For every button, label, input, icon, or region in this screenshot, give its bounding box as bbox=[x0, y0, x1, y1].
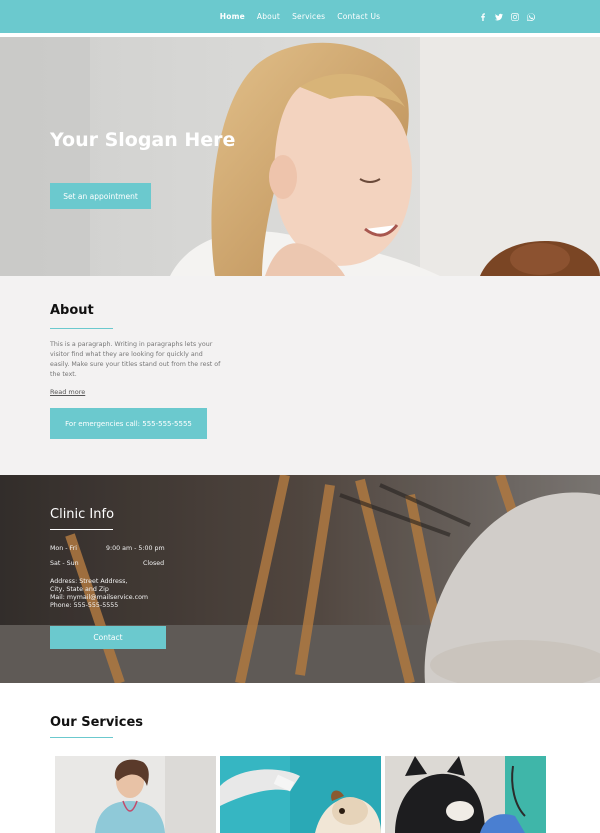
service-card-medication[interactable] bbox=[220, 756, 381, 833]
dog-exam-image bbox=[385, 756, 546, 833]
clinic-address-block: Address: Street Address, City, State and… bbox=[50, 578, 200, 610]
hours-weekend-label: Sat - Sun bbox=[50, 560, 79, 567]
service-card-checkup[interactable] bbox=[55, 756, 216, 833]
about-underline bbox=[50, 328, 113, 329]
contact-button[interactable]: Contact bbox=[50, 626, 166, 649]
top-navbar: Home About Services Contact Us bbox=[0, 0, 600, 33]
services-title: Our Services bbox=[50, 715, 144, 730]
hero-image bbox=[0, 37, 600, 276]
mail-line: Mail: mymail@mailservice.com bbox=[50, 594, 149, 601]
address-line: Address: Street Address, bbox=[50, 578, 128, 585]
about-section: About This is a paragraph. Writing in pa… bbox=[0, 276, 600, 475]
facebook-icon[interactable] bbox=[478, 12, 488, 22]
vet-stethoscope-image bbox=[55, 756, 216, 833]
instagram-icon[interactable] bbox=[510, 12, 520, 22]
nav-services[interactable]: Services bbox=[292, 12, 325, 21]
social-links bbox=[478, 0, 536, 33]
clinic-info-section: Clinic Info Mon - Fri 9:00 am - 5:00 pm … bbox=[0, 475, 600, 683]
clinic-underline bbox=[50, 529, 113, 530]
clinic-info-title: Clinic Info bbox=[50, 507, 115, 522]
emergency-call-button[interactable]: For emergencies call: 555-555-5555 bbox=[50, 408, 207, 439]
services-underline bbox=[50, 737, 113, 738]
nav-contact-us[interactable]: Contact Us bbox=[337, 12, 380, 21]
dog-eyedrops-image bbox=[220, 756, 381, 833]
hours-weekdays-label: Mon - Fri bbox=[50, 545, 78, 552]
hours-weekdays-value: 9:00 am - 5:00 pm bbox=[106, 545, 165, 552]
twitter-icon[interactable] bbox=[494, 12, 504, 22]
whatsapp-icon[interactable] bbox=[526, 12, 536, 22]
phone-line: Phone: 555-555-5555 bbox=[50, 602, 119, 609]
about-paragraph: This is a paragraph. Writing in paragrap… bbox=[50, 341, 221, 378]
services-section: Our Services bbox=[0, 683, 600, 833]
nav-home[interactable]: Home bbox=[220, 12, 245, 21]
about-title: About bbox=[50, 303, 94, 318]
hero-slogan: Your Slogan Here bbox=[50, 129, 236, 151]
service-card-pet-care[interactable] bbox=[385, 756, 546, 833]
nav-about[interactable]: About bbox=[257, 12, 280, 21]
city-line: City, State and Zip bbox=[50, 586, 109, 593]
hero-section: Your Slogan Here Set an appointment bbox=[0, 37, 600, 276]
hours-weekend-value: Closed bbox=[143, 560, 165, 567]
set-appointment-button[interactable]: Set an appointment bbox=[50, 183, 151, 209]
read-more-link[interactable]: Read more bbox=[50, 388, 85, 396]
